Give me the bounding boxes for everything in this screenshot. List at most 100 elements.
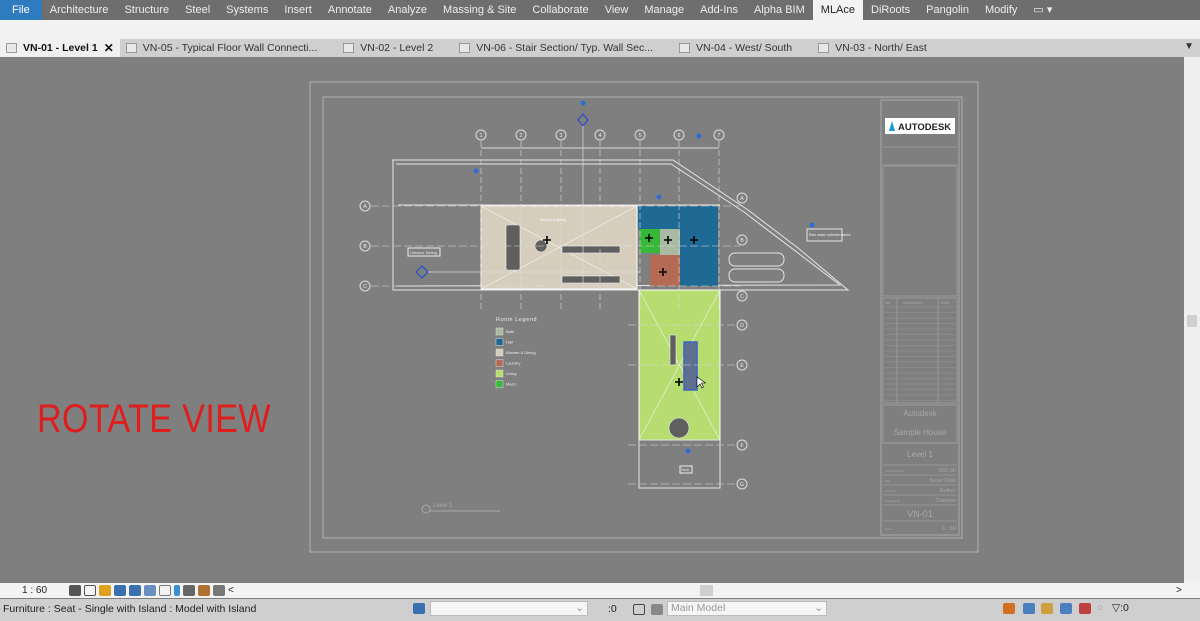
ribbon-tab-architecture[interactable]: Architecture: [42, 0, 117, 20]
grid-label: C: [363, 284, 367, 290]
temporary-hide-icon[interactable]: [174, 585, 181, 596]
ribbon-tab-modify[interactable]: Modify: [977, 0, 1025, 20]
drawing-element: [505, 224, 521, 271]
drawing-element: Description: [903, 300, 923, 305]
quick-access-dropdown-icon[interactable]: ▭ ▾: [1025, 0, 1060, 20]
grid-label: D: [740, 323, 744, 329]
collapse-arrow-icon[interactable]: <: [228, 585, 234, 596]
ribbon-tab-annotate[interactable]: Annotate: [320, 0, 380, 20]
deck-label: Deck: [681, 468, 689, 472]
close-tab-icon[interactable]: ✕: [104, 41, 114, 55]
drawing-element: Issue Date: [930, 478, 956, 484]
background-process-icon[interactable]: ○: [1097, 602, 1103, 614]
tb-project: Sample House: [894, 428, 947, 437]
ribbon-tab-pangolin[interactable]: Pangolin: [918, 0, 977, 20]
ribbon-tab-massing-site[interactable]: Massing & Site: [435, 0, 524, 20]
ribbon-tab-add-ins[interactable]: Add-Ins: [692, 0, 746, 20]
design-option-dropdown[interactable]: Main Model ⌄: [667, 601, 827, 616]
ribbon-tab-manage[interactable]: Manage: [636, 0, 692, 20]
select-underlay-icon[interactable]: [1023, 603, 1035, 614]
floor-plan-sheet: Rain water collection tanks Outdoor Dini…: [309, 81, 979, 553]
worksets-icon[interactable]: [413, 603, 425, 614]
visual-style-icon[interactable]: [84, 585, 97, 596]
drawing-element: [650, 255, 680, 286]
ribbon-tab-diroots[interactable]: DiRoots: [863, 0, 918, 20]
drawing-element: [656, 194, 662, 200]
view-tab-label: VN-01 - Level 1: [23, 42, 98, 54]
view-scale[interactable]: 1 : 60: [22, 585, 47, 596]
tb-sheet-number: VN-01: [907, 509, 933, 519]
select-links-icon[interactable]: [1003, 603, 1015, 614]
view-tab[interactable]: VN-03 - North/ East: [812, 39, 933, 57]
drawing-element: [809, 222, 815, 228]
view-tab-label: VN-03 - North/ East: [835, 42, 927, 54]
grid-label: 4: [599, 133, 602, 139]
vertical-scrollbar[interactable]: [1184, 57, 1200, 583]
drag-on-selection-icon[interactable]: [1079, 603, 1091, 614]
status-bar: Furniture : Seat - Single with Island : …: [0, 599, 1200, 621]
unlock-3d-icon[interactable]: [159, 585, 172, 596]
tb-company: Autodesk: [903, 409, 937, 418]
drawing-element: 1 : 60: [942, 526, 956, 532]
sheet-icon: [818, 43, 830, 53]
editable-only-count: :0: [608, 603, 617, 615]
view-tab[interactable]: VN-05 - Typical Floor Wall Connecti...: [120, 39, 323, 57]
grid-label: E: [740, 363, 744, 369]
legend-label: Hall: [506, 340, 513, 345]
show-crop-icon[interactable]: [144, 585, 157, 596]
workset-dropdown[interactable]: ⌄: [430, 601, 588, 616]
filter-icon[interactable]: ▽:0: [1112, 602, 1129, 614]
tab-list-menu-icon[interactable]: ▼: [1184, 41, 1194, 52]
constraints-icon[interactable]: [213, 585, 226, 596]
analytical-model-icon[interactable]: [198, 585, 211, 596]
select-pinned-icon[interactable]: [1041, 603, 1053, 614]
design-options-icon[interactable]: [633, 604, 645, 615]
drawing-element: [728, 268, 785, 283]
view-tab[interactable]: VN-04 - West/ South: [673, 39, 798, 57]
outdoor-dining-label: Outdoor Dining: [410, 250, 437, 255]
view-tab[interactable]: VN-01 - Level 1 ✕: [0, 39, 120, 57]
ribbon-tab-insert[interactable]: Insert: [276, 0, 320, 20]
shadows-icon[interactable]: [114, 585, 127, 596]
reveal-hidden-icon[interactable]: [183, 585, 196, 596]
legend-label: Mech.: [506, 382, 517, 387]
drawing-element: [640, 229, 660, 253]
ribbon-tab-structure[interactable]: Structure: [116, 0, 177, 20]
drawing-element: 001-00 Issue Date Author Checker 1 : 60: [930, 468, 956, 532]
drawing-element: [728, 252, 785, 267]
tb-sheet-name: Level 1: [907, 450, 933, 459]
drawing-element: Author: [940, 488, 956, 494]
grid-label: B: [740, 238, 744, 244]
drawing-element: [561, 275, 621, 284]
ribbon-tab-systems[interactable]: Systems: [218, 0, 276, 20]
sun-path-icon[interactable]: [99, 585, 112, 596]
detail-level-icon[interactable]: [69, 585, 82, 596]
view-tab[interactable]: VN-02 - Level 2: [337, 39, 439, 57]
view-tab-label: VN-06 - Stair Section/ Typ. Wall Sec...: [476, 42, 654, 54]
select-by-face-icon[interactable]: [1060, 603, 1072, 614]
crop-view-icon[interactable]: [129, 585, 142, 596]
ribbon-tab-collaborate[interactable]: Collaborate: [524, 0, 596, 20]
view-tab[interactable]: VN-06 - Stair Section/ Typ. Wall Sec...: [453, 39, 659, 57]
horizontal-scroll-thumb[interactable]: [700, 585, 713, 596]
drawing-element: [669, 334, 677, 366]
vertical-scroll-thumb[interactable]: [1187, 315, 1197, 327]
drawing-element: [883, 306, 957, 401]
ribbon-tab-steel[interactable]: Steel: [177, 0, 218, 20]
drawing-element: [882, 297, 958, 404]
ribbon-tab-mlace[interactable]: MLAce: [812, 0, 864, 20]
elevation-marker-north: [577, 112, 589, 128]
view-tab-label: VN-05 - Typical Floor Wall Connecti...: [142, 42, 318, 54]
legend-swatch: [495, 348, 504, 357]
scroll-right-icon[interactable]: >: [1176, 585, 1182, 596]
drawing-canvas[interactable]: Rain water collection tanks Outdoor Dini…: [0, 57, 1184, 583]
grid-label: 1: [480, 133, 483, 139]
design-option-icon[interactable]: [651, 604, 663, 615]
drawing-element: Checker: [936, 498, 957, 504]
ribbon-tab-analyze[interactable]: Analyze: [380, 0, 435, 20]
ribbon-tab-file[interactable]: File: [0, 0, 42, 20]
drawing-element: [421, 504, 431, 514]
drawing-element: [473, 168, 479, 174]
ribbon-tab-alpha-bim[interactable]: Alpha BIM: [746, 0, 813, 20]
ribbon-tab-view[interactable]: View: [597, 0, 637, 20]
